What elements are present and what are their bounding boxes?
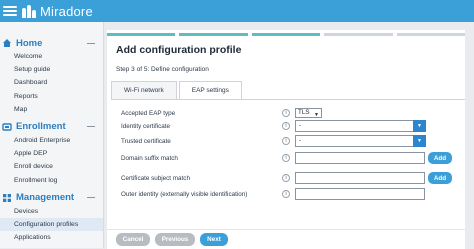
sidebar-item-enroll-device[interactable]: Enroll device (0, 160, 103, 173)
identity-certificate-label: Identity certificate (121, 122, 170, 130)
domain-suffix-label: Domain suffix match (121, 154, 178, 162)
app-logo[interactable]: Miradore (22, 4, 93, 19)
outer-identity-row: Outer identity (externally visible ident… (121, 188, 247, 200)
sidebar-section-enrollment-header[interactable]: Enrollment (0, 120, 103, 134)
progress-segment (324, 33, 393, 36)
sidebar-section-enrollment-title: Enrollment (16, 121, 66, 133)
sidebar-item-applications[interactable]: Applications (0, 231, 103, 244)
tab-wifi-network[interactable]: Wi-Fi network (111, 81, 177, 99)
miradore-logo-icon (22, 4, 36, 18)
domain-suffix-row: Domain suffix match (121, 152, 178, 164)
sidebar-item-enrollment-log[interactable]: Enrollment log (0, 174, 103, 187)
tab-divider (111, 99, 465, 100)
app-name: Miradore (40, 3, 93, 19)
identity-certificate-select[interactable]: - ▼ (295, 120, 426, 132)
chevron-down-icon[interactable]: ▼ (413, 120, 426, 132)
subject-match-row: Certificate subject match (121, 172, 190, 184)
sidebar-item-map[interactable]: Map (0, 103, 103, 116)
info-icon[interactable]: i (282, 109, 290, 117)
sidebar-item-apple-dep[interactable]: Apple DEP (0, 147, 103, 160)
sidebar-item-configuration-profiles[interactable]: Configuration profiles (0, 217, 103, 232)
chevron-down-icon[interactable]: ▼ (413, 135, 426, 147)
identity-certificate-value: - (299, 122, 302, 129)
sidebar-section-enrollment: Enrollment Android Enterprise Apple DEP … (0, 120, 103, 187)
tab-bar: Wi-Fi network EAP settings (111, 81, 244, 99)
next-button[interactable]: Next (200, 233, 228, 246)
top-bar: Miradore (0, 0, 474, 22)
trusted-certificate-value: - (299, 137, 302, 144)
progress-segment (107, 33, 176, 36)
info-icon[interactable]: i (282, 154, 290, 162)
sidebar-section-management-title: Management (16, 192, 75, 204)
cancel-button[interactable]: Cancel (116, 233, 150, 246)
identity-certificate-row: Identity certificate (121, 120, 170, 132)
info-icon[interactable]: i (282, 190, 290, 198)
collapse-icon[interactable] (87, 126, 95, 128)
wizard-progress (107, 33, 466, 36)
enrollment-icon (2, 122, 12, 132)
wizard-step-label: Step 3 of 5: Define configuration (116, 66, 209, 73)
info-icon[interactable]: i (282, 174, 290, 182)
outer-identity-input[interactable] (295, 188, 425, 200)
info-icon[interactable]: i (282, 137, 290, 145)
tab-eap-settings[interactable]: EAP settings (178, 81, 242, 99)
domain-suffix-add-button[interactable]: Add (428, 152, 452, 164)
sidebar-item-reports[interactable]: Reports (0, 90, 103, 103)
sidebar-item-welcome[interactable]: Welcome (0, 50, 103, 63)
outer-identity-label: Outer identity (externally visible ident… (121, 190, 248, 198)
menu-icon[interactable] (3, 6, 17, 16)
domain-suffix-input[interactable] (295, 152, 425, 164)
progress-segment (179, 33, 248, 36)
sidebar-item-devices[interactable]: Devices (0, 205, 103, 218)
progress-segment (251, 33, 321, 36)
sidebar-section-home-header[interactable]: Home (0, 36, 103, 50)
sidebar-item-dashboard[interactable]: Dashboard (0, 76, 103, 89)
chevron-down-icon: ▼ (314, 112, 319, 118)
sidebar-section-management: Management Devices Configuration profile… (0, 191, 103, 245)
collapse-icon[interactable] (87, 197, 95, 199)
eap-type-select[interactable]: TLS ▼ (295, 108, 322, 118)
management-grid-icon (2, 193, 12, 203)
info-icon[interactable]: i (282, 122, 290, 130)
sidebar: Home Welcome Setup guide Dashboard Repor… (0, 22, 104, 248)
previous-button[interactable]: Previous (155, 233, 195, 246)
page-title: Add configuration profile (116, 44, 242, 56)
trusted-certificate-select[interactable]: - ▼ (295, 135, 426, 147)
eap-type-label: Accepted EAP type (121, 109, 176, 117)
collapse-icon[interactable] (87, 42, 95, 44)
eap-type-row: Accepted EAP type (121, 107, 175, 119)
home-icon (2, 38, 12, 48)
sidebar-item-setup-guide[interactable]: Setup guide (0, 63, 103, 76)
subject-match-input[interactable] (295, 172, 425, 184)
subject-match-label: Certificate subject match (121, 174, 190, 182)
eap-type-value: TLS (298, 109, 310, 116)
trusted-certificate-label: Trusted certificate (121, 137, 171, 145)
subject-match-add-button[interactable]: Add (428, 172, 452, 184)
sidebar-section-home: Home Welcome Setup guide Dashboard Repor… (0, 36, 103, 116)
progress-segment (396, 33, 466, 36)
trusted-certificate-row: Trusted certificate (121, 135, 171, 147)
sidebar-section-management-header[interactable]: Management (0, 191, 103, 205)
sidebar-section-home-title: Home (16, 37, 43, 49)
sidebar-item-android-enterprise[interactable]: Android Enterprise (0, 134, 103, 147)
